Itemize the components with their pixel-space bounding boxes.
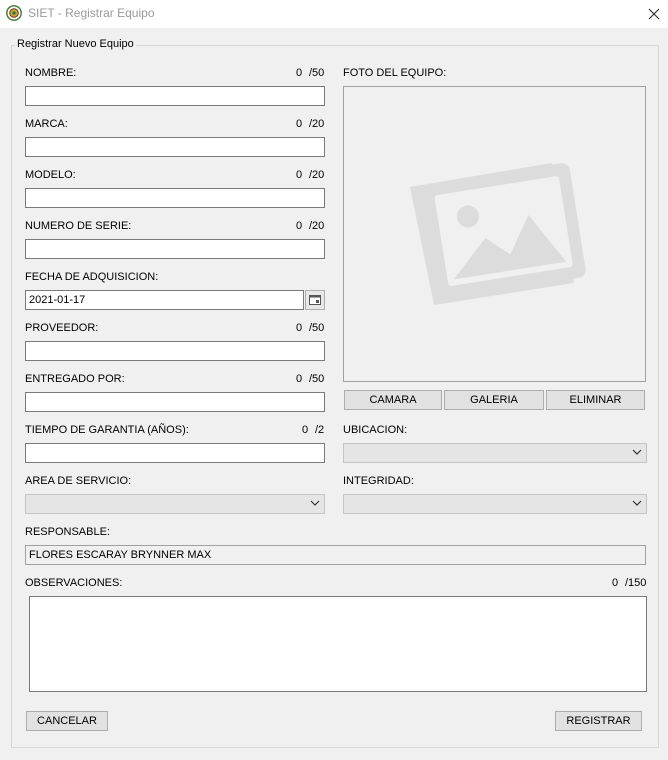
nombre-input[interactable] [25, 86, 325, 106]
app-logo-icon [6, 5, 22, 21]
numero-serie-char-count: 0 [296, 220, 303, 232]
ubicacion-select[interactable] [343, 443, 647, 463]
nombre-char-count: 0 [296, 67, 303, 79]
foto-equipo-label: FOTO DEL EQUIPO: [343, 67, 447, 79]
modelo-char-max: /20 [309, 169, 325, 181]
camera-button[interactable]: CAMARA [344, 390, 442, 410]
group-title: Registrar Nuevo Equipo [15, 38, 136, 50]
responsable-label: RESPONSABLE: [25, 526, 110, 538]
observaciones-label: OBSERVACIONES: [25, 577, 123, 589]
numero-serie-input[interactable] [25, 239, 325, 259]
responsable-field: FLORES ESCARAY BRYNNER MAX [25, 545, 646, 565]
area-servicio-label: AREA DE SERVICIO: [25, 475, 132, 487]
fecha-adquisicion-label: FECHA DE ADQUISICION: [25, 271, 159, 283]
chevron-down-icon [310, 500, 320, 506]
observaciones-textarea[interactable] [29, 596, 647, 692]
modelo-label: MODELO: [25, 169, 76, 181]
proveedor-input[interactable] [25, 341, 325, 361]
close-icon[interactable] [640, 2, 668, 26]
chevron-down-icon [632, 500, 642, 506]
numero-serie-char-max: /20 [309, 220, 325, 232]
observaciones-char-count: 0 [612, 577, 619, 589]
delete-photo-button[interactable]: ELIMINAR [546, 390, 645, 410]
numero-serie-label: NUMERO DE SERIE: [25, 220, 132, 232]
entregado-por-char-max: /50 [309, 373, 325, 385]
calendar-icon[interactable] [305, 290, 325, 310]
marca-input[interactable] [25, 137, 325, 157]
entregado-por-char-count: 0 [296, 373, 303, 385]
cancel-button[interactable]: CANCELAR [26, 711, 108, 731]
marca-char-count: 0 [296, 118, 303, 130]
photo-preview [343, 86, 646, 382]
observaciones-char-max: /150 [625, 577, 647, 589]
window-title: SIET - Registrar Equipo [28, 6, 155, 20]
area-servicio-select[interactable] [25, 494, 325, 514]
garantia-char-max: /2 [315, 424, 325, 436]
integridad-select[interactable] [343, 494, 647, 514]
garantia-input[interactable] [25, 443, 325, 463]
entregado-por-input[interactable] [25, 392, 325, 412]
marca-label: MARCA: [25, 118, 68, 130]
image-placeholder-icon [410, 163, 586, 305]
modelo-char-count: 0 [296, 169, 303, 181]
register-button[interactable]: REGISTRAR [555, 711, 642, 731]
garantia-char-count: 0 [302, 424, 309, 436]
proveedor-char-count: 0 [296, 322, 303, 334]
marca-char-max: /20 [309, 118, 325, 130]
gallery-button[interactable]: GALERIA [444, 390, 544, 410]
modelo-input[interactable] [25, 188, 325, 208]
garantia-label: TIEMPO DE GARANTIA (AÑOS): [25, 424, 189, 436]
proveedor-char-max: /50 [309, 322, 325, 334]
entregado-por-label: ENTREGADO POR: [25, 373, 125, 385]
chevron-down-icon [632, 449, 642, 455]
ubicacion-label: UBICACION: [343, 424, 408, 436]
integridad-label: INTEGRIDAD: [343, 475, 414, 487]
proveedor-label: PROVEEDOR: [25, 322, 99, 334]
nombre-char-max: /50 [309, 67, 325, 79]
fecha-adquisicion-input[interactable]: 2021-01-17 [25, 290, 304, 310]
nombre-label: NOMBRE: [25, 67, 77, 79]
